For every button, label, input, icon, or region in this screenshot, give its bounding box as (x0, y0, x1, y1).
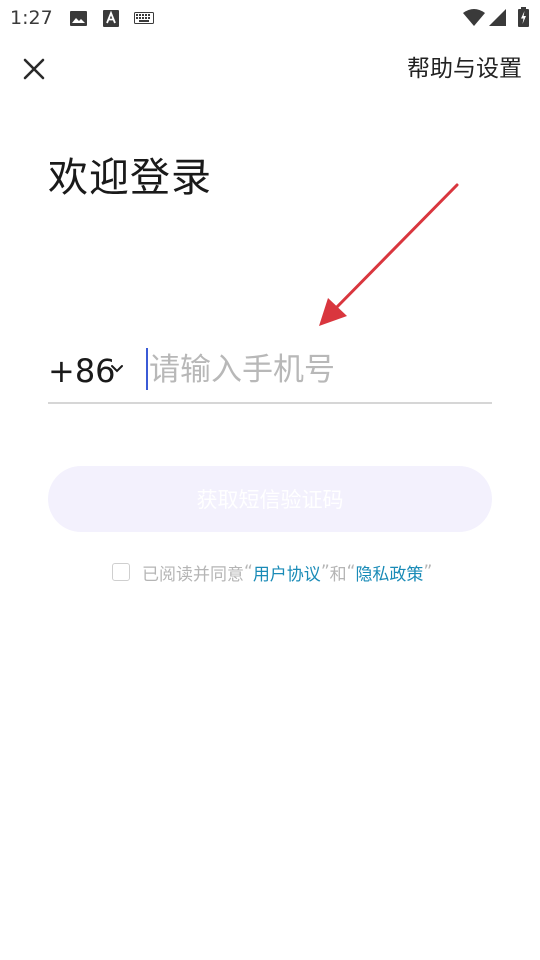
agreement-conjunction: 和 (329, 564, 347, 585)
user-agreement-link[interactable]: 用户协议 (253, 560, 321, 585)
battery-charging-icon (518, 7, 529, 27)
country-code: +86 (48, 352, 116, 390)
keyboard-icon (134, 12, 154, 24)
wifi-icon (463, 9, 485, 26)
agreement-checkbox[interactable] (112, 563, 130, 581)
help-settings-link[interactable]: 帮助与设置 (407, 52, 522, 86)
status-time: 1:27 (10, 7, 53, 29)
annotation-arrow (319, 183, 459, 326)
text-a-icon (103, 10, 119, 27)
page-title: 欢迎登录 (48, 155, 212, 201)
phone-input-row: +86 (48, 340, 492, 404)
agreement-row: 已阅读并同意 “ 用户协议 ” 和 “ 隐私政策 ” (112, 558, 432, 586)
close-button[interactable] (16, 52, 52, 88)
login-screen: 1:27 帮助与设置 欢迎登录 +86 请输入手机号 获取短信验证码 已阅读并同… (0, 0, 540, 960)
privacy-policy-link[interactable]: 隐私政策 (355, 560, 423, 585)
image-icon (70, 11, 87, 26)
close-icon (23, 58, 45, 80)
quote-close-1: ” (320, 562, 330, 582)
phone-number-input[interactable] (149, 344, 479, 396)
get-sms-code-button[interactable]: 获取短信验证码 (48, 466, 492, 532)
chevron-down-icon (111, 365, 123, 373)
agreement-prefix: 已阅读并同意 (142, 564, 244, 585)
quote-open-1: “ (244, 562, 253, 582)
quote-close-2: ” (423, 562, 433, 582)
signal-icon (489, 9, 506, 26)
status-bar: 1:27 (0, 0, 540, 36)
text-cursor (146, 348, 148, 390)
quote-open-2: “ (346, 562, 356, 582)
